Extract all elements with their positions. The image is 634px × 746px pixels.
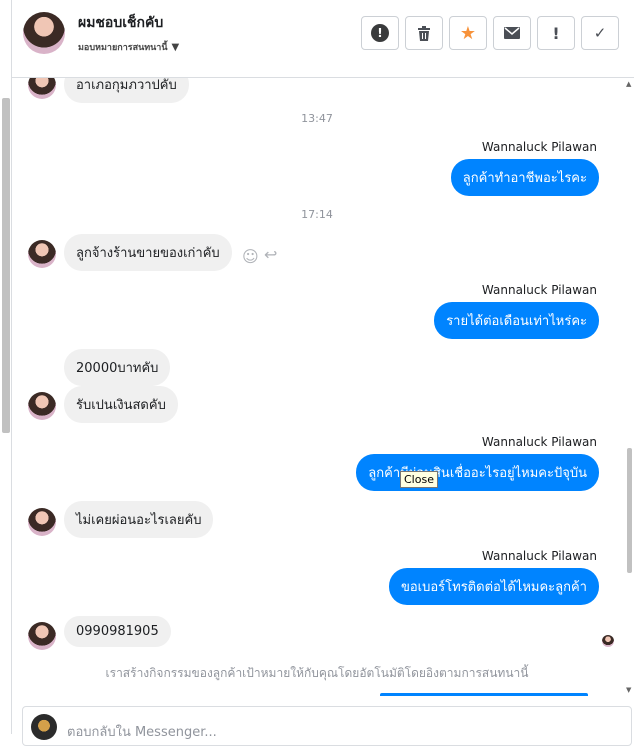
sender-name: Wannaluck Pilawan: [481, 140, 597, 154]
incoming-message[interactable]: อาเภอกุมภวาปคับ: [64, 78, 189, 103]
reply-input[interactable]: ตอบกลับใน Messenger...: [67, 721, 217, 742]
incoming-message[interactable]: ลูกจ้างร้านขายของเก่าคับ: [64, 234, 232, 271]
left-scrollbar-thumb[interactable]: [2, 98, 10, 433]
page-avatar: [31, 714, 57, 740]
contact-message-avatar: [28, 78, 56, 99]
sender-name: Wannaluck Pilawan: [481, 549, 597, 563]
close-tooltip: Close: [400, 471, 438, 488]
exclamation-icon: !: [552, 23, 560, 43]
contact-message-avatar: [28, 392, 56, 420]
reply-composer[interactable]: ตอบกลับใน Messenger...: [22, 706, 632, 746]
smiley-icon[interactable]: ☺: [242, 247, 259, 266]
assign-conversation-dropdown[interactable]: มอบหมายการสนทนานี้ ▼: [78, 40, 179, 54]
contact-avatar[interactable]: [23, 12, 65, 54]
mark-unread-button[interactable]: [493, 16, 531, 50]
outgoing-message[interactable]: ขอเบอร์โทรติดต่อได้ไหมคะลูกค้า: [388, 568, 599, 605]
sender-name: Wannaluck Pilawan: [481, 435, 597, 449]
incoming-message[interactable]: 0990981905: [64, 616, 171, 647]
reply-icon[interactable]: ↩: [264, 245, 277, 264]
message-thread[interactable]: อาเภอกุมภวาปคับ 13:47 Wannaluck Pilawan …: [12, 78, 622, 704]
thread-scrollbar[interactable]: ▲ ▼: [624, 78, 634, 696]
contact-message-avatar: [28, 622, 56, 650]
contact-message-avatar: [28, 508, 56, 536]
timestamp: 13:47: [301, 112, 333, 125]
timestamp: 17:14: [301, 208, 333, 221]
delete-button[interactable]: [405, 16, 443, 50]
sender-name: Wannaluck Pilawan: [481, 283, 597, 297]
seen-avatar: [602, 635, 614, 647]
mark-done-button[interactable]: ✓: [581, 16, 619, 50]
contact-name[interactable]: ผมชอบเช็กคับ: [78, 12, 163, 34]
activity-card-edge[interactable]: [380, 693, 588, 696]
auto-activity-notice: เราสร้างกิจกรรมของลูกค้าเป้าหมายให้กับคุ…: [105, 666, 529, 680]
conversation-header: ผมชอบเช็กคับ มอบหมายการสนทนานี้ ▼ ! ★ ! …: [12, 0, 634, 78]
contact-message-avatar: [28, 240, 56, 268]
follow-up-button[interactable]: !: [537, 16, 575, 50]
header-actions: ! ★ ! ✓: [361, 16, 619, 50]
caret-down-icon: ▼: [171, 41, 180, 53]
outgoing-message[interactable]: ลูกค้ามีผ่อนสินเชื่ออะไรอยู่ไหมคะปัจุบัน: [356, 454, 599, 491]
scroll-up-arrow-icon[interactable]: ▲: [626, 80, 631, 88]
alert-circle-icon: !: [371, 24, 389, 42]
mark-spam-button[interactable]: !: [361, 16, 399, 50]
outgoing-message[interactable]: ลูกค้าทำอาชีพอะไรคะ: [450, 159, 599, 196]
incoming-message[interactable]: รับเปนเงินสดคับ: [64, 386, 178, 423]
star-icon: ★: [459, 22, 477, 44]
star-button[interactable]: ★: [449, 16, 487, 50]
check-icon: ✓: [593, 24, 607, 42]
incoming-message[interactable]: ไม่เคยผ่อนอะไรเลยคับ: [64, 501, 214, 538]
assign-label: มอบหมายการสนทนานี้: [78, 43, 168, 53]
incoming-message[interactable]: 20000บาทคับ: [64, 349, 171, 386]
envelope-icon: [504, 27, 520, 39]
trash-icon: [418, 25, 430, 41]
outgoing-message[interactable]: รายได้ต่อเดือนเท่าไหร่คะ: [434, 302, 599, 339]
scroll-down-arrow-icon[interactable]: ▼: [626, 686, 631, 694]
thread-scrollbar-thumb[interactable]: [627, 448, 632, 573]
left-scrollbar[interactable]: [0, 0, 12, 734]
